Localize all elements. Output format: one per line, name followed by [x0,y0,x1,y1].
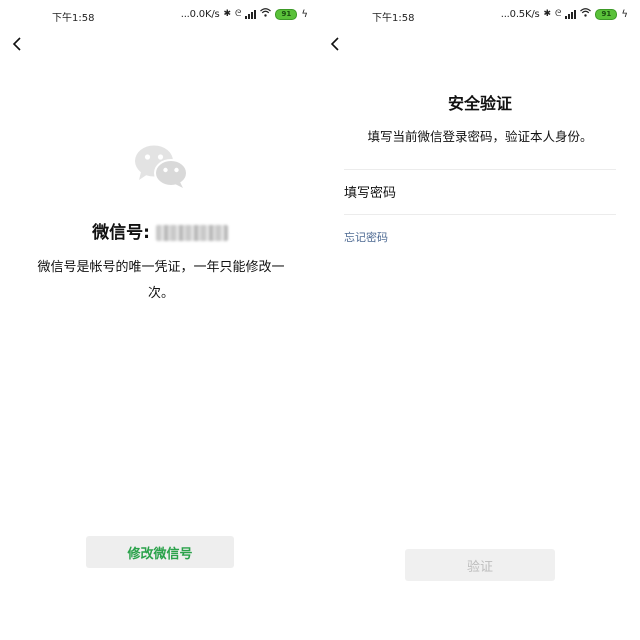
bluetooth-icon: ✱ [543,9,552,19]
charging-icon: ϟ [301,8,308,20]
wechat-id-screen: 下午1:58 ...0.0K/s ✱ ᘓ 91 ϟ 微信号: 微信号是帐号的唯一… [0,0,320,640]
page-subtitle: 填写当前微信登录密码，验证本人身份。 [367,129,593,144]
password-input[interactable] [344,180,616,206]
back-chevron-icon[interactable] [10,36,26,52]
security-verification-screen: 下午1:58 ...0.5K/s ✱ ᘓ 91 ϟ 安全验证 填写当前微信登录密… [320,0,640,640]
wechat-id-value-blurred [155,225,228,241]
status-bar: 下午1:58 ...0.5K/s ✱ ᘓ 91 ϟ [320,0,640,30]
verify-button[interactable]: 验证 [405,549,555,581]
alarm-icon: ᘓ [235,9,242,19]
network-speed: ...0.5K/s [500,8,540,20]
status-time: 下午1:58 [372,13,415,24]
status-indicators: ...0.5K/s ✱ ᘓ 91 ϟ [501,8,628,20]
wechat-id-row: 微信号: [0,218,320,243]
wifi-icon [260,8,272,20]
signal-icon [245,9,257,19]
divider [344,169,616,170]
signal-icon [565,9,577,19]
wechat-id-description: 微信号是帐号的唯一凭证，一年只能修改一次。 [37,260,285,301]
wechat-logo-icon [132,143,190,189]
status-indicators: ...0.0K/s ✱ ᘓ 91 ϟ [181,8,308,20]
alarm-icon: ᘓ [555,9,562,19]
forgot-password-link[interactable]: 忘记密码 [344,229,388,245]
divider [344,214,616,215]
network-speed: ...0.0K/s [180,8,220,20]
bluetooth-icon: ✱ [223,9,232,19]
back-chevron-icon[interactable] [328,36,344,52]
wechat-id-label: 微信号: [92,223,150,243]
page: 下午1:58 ...0.0K/s ✱ ᘓ 91 ϟ 微信号: 微信号是帐号的唯一… [0,0,640,640]
battery-icon: 91 [275,8,298,20]
modify-wechat-id-button[interactable]: 修改微信号 [86,536,234,568]
page-title: 安全验证 [447,94,512,113]
charging-icon: ϟ [621,8,628,20]
status-bar: 下午1:58 ...0.0K/s ✱ ᘓ 91 ϟ [0,0,320,30]
wifi-icon [580,8,592,20]
battery-icon: 91 [595,8,618,20]
status-time: 下午1:58 [52,13,95,24]
